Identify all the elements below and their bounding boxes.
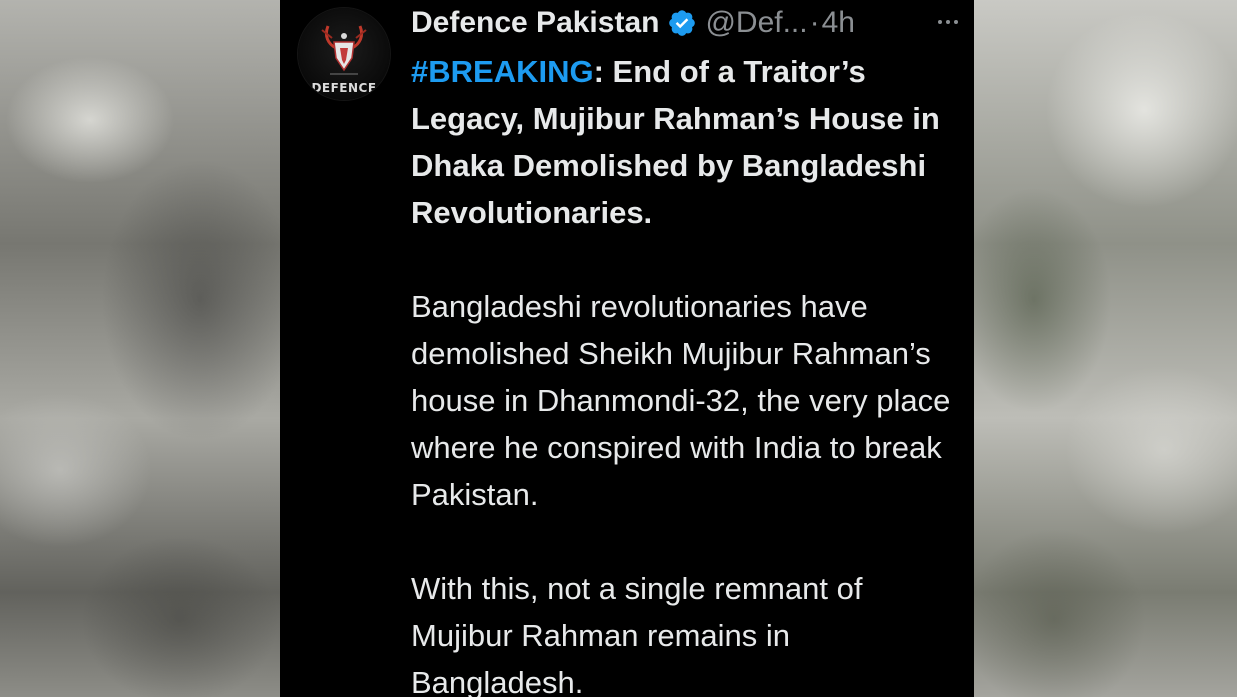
blurred-background-right: [974, 0, 1237, 697]
author-display-name[interactable]: Defence Pakistan: [411, 6, 659, 40]
tweet-headline: #BREAKING: End of a Traitor’s Legacy, Mu…: [411, 48, 966, 236]
author-handle[interactable]: @Def...: [705, 6, 807, 40]
avatar[interactable]: DEFENCE: [298, 8, 390, 100]
tweet-paragraph-1: Bangladeshi revolutionaries have demolis…: [411, 289, 951, 512]
more-options-icon[interactable]: [934, 10, 962, 34]
header-separator: ·: [809, 6, 820, 39]
tweet-card[interactable]: DEFENCE Defence Pakistan @Def... · 4h #B…: [280, 0, 974, 697]
tweet-text: #BREAKING: End of a Traitor’s Legacy, Mu…: [411, 48, 966, 697]
avatar-logo-text: DEFENCE: [311, 81, 377, 95]
tweet-header: Defence Pakistan @Def... · 4h: [411, 1, 855, 45]
verified-badge-icon: [669, 10, 696, 36]
hashtag-link[interactable]: #BREAKING: [411, 54, 594, 89]
tweet-timestamp[interactable]: 4h: [822, 6, 855, 40]
tweet-paragraph-2: With this, not a single remnant of Mujib…: [411, 571, 863, 697]
blurred-background-left: [0, 0, 280, 697]
